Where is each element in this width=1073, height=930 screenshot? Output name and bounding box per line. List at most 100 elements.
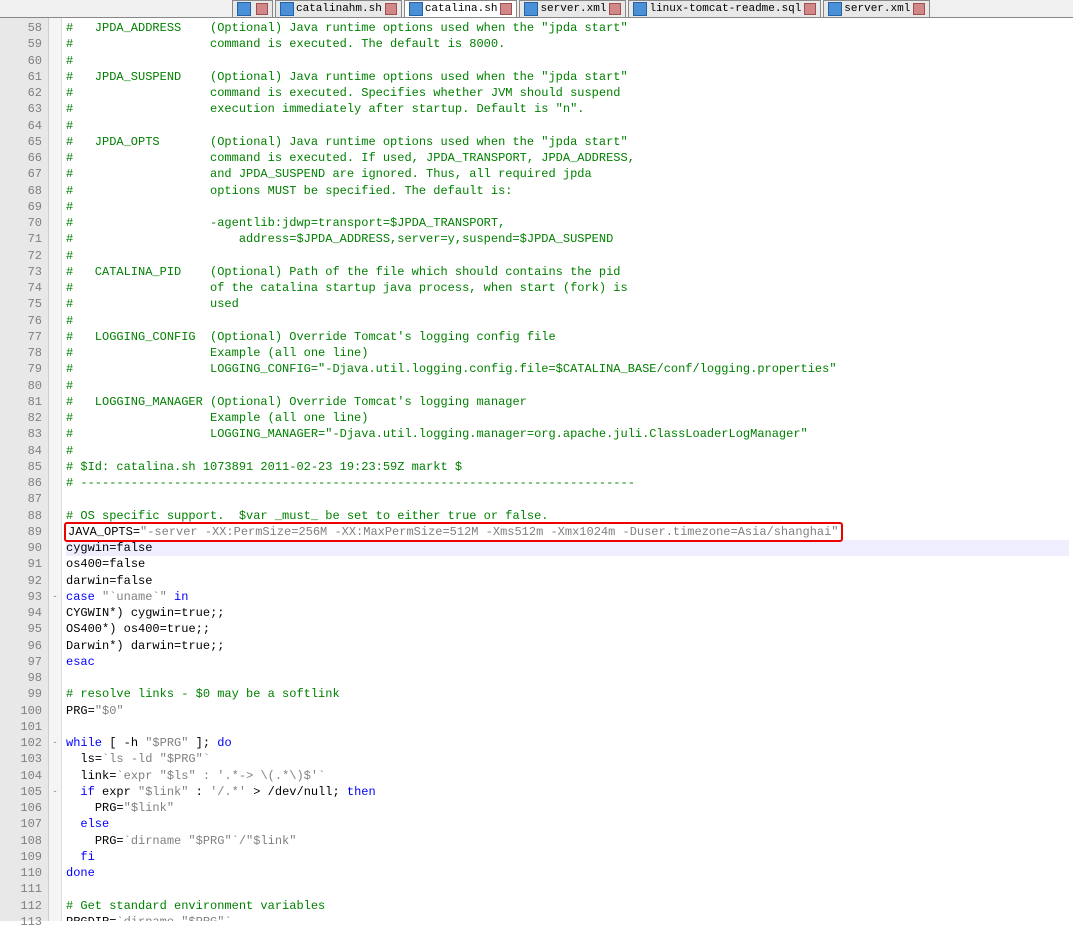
fold-marker[interactable] (49, 865, 61, 881)
fold-marker[interactable] (49, 394, 61, 410)
fold-marker[interactable] (49, 849, 61, 865)
fold-marker[interactable]: - (49, 735, 61, 751)
code-line[interactable]: # JPDA_ADDRESS (Optional) Java runtime o… (66, 20, 1069, 36)
code-line[interactable]: case "`uname`" in (66, 589, 1069, 605)
code-line[interactable]: # Get standard environment variables (66, 898, 1069, 914)
fold-marker[interactable] (49, 670, 61, 686)
fold-marker[interactable] (49, 166, 61, 182)
code-line[interactable]: CYGWIN*) cygwin=true;; (66, 605, 1069, 621)
code-line[interactable]: done (66, 865, 1069, 881)
code-line[interactable]: # JPDA_SUSPEND (Optional) Java runtime o… (66, 69, 1069, 85)
code-line[interactable]: os400=false (66, 556, 1069, 572)
fold-marker[interactable] (49, 280, 61, 296)
fold-marker[interactable] (49, 426, 61, 442)
code-line[interactable]: # -agentlib:jdwp=transport=$JPDA_TRANSPO… (66, 215, 1069, 231)
code-line[interactable]: darwin=false (66, 573, 1069, 589)
code-line[interactable]: # (66, 313, 1069, 329)
fold-marker[interactable] (49, 768, 61, 784)
code-line[interactable]: while [ -h "$PRG" ]; do (66, 735, 1069, 751)
fold-marker[interactable] (49, 800, 61, 816)
fold-marker[interactable] (49, 329, 61, 345)
tab-catalinahm.sh[interactable]: catalinahm.sh (275, 0, 402, 17)
code-line[interactable]: PRG="$link" (66, 800, 1069, 816)
fold-marker[interactable] (49, 605, 61, 621)
code-line[interactable]: # used (66, 296, 1069, 312)
close-icon[interactable] (500, 3, 512, 15)
fold-marker[interactable] (49, 654, 61, 670)
tab-server.xml[interactable]: server.xml (823, 0, 930, 17)
fold-marker[interactable] (49, 524, 61, 540)
fold-marker[interactable] (49, 345, 61, 361)
fold-marker[interactable] (49, 898, 61, 914)
fold-marker[interactable] (49, 313, 61, 329)
tab-server.xml[interactable]: server.xml (519, 0, 626, 17)
code-line[interactable]: PRGDIR=`dirname "$PRG"` (66, 914, 1069, 921)
fold-marker[interactable] (49, 703, 61, 719)
fold-marker[interactable] (49, 475, 61, 491)
code-line[interactable]: # and JPDA_SUSPEND are ignored. Thus, al… (66, 166, 1069, 182)
code-line[interactable]: # CATALINA_PID (Optional) Path of the fi… (66, 264, 1069, 280)
fold-marker[interactable] (49, 573, 61, 589)
fold-marker[interactable] (49, 540, 61, 556)
code-line[interactable]: OS400*) os400=true;; (66, 621, 1069, 637)
fold-marker[interactable] (49, 20, 61, 36)
code-line[interactable]: # (66, 118, 1069, 134)
code-line[interactable]: # (66, 53, 1069, 69)
close-icon[interactable] (385, 3, 397, 15)
code-line[interactable]: # JPDA_OPTS (Optional) Java runtime opti… (66, 134, 1069, 150)
fold-marker[interactable] (49, 410, 61, 426)
fold-marker[interactable] (49, 833, 61, 849)
fold-marker[interactable] (49, 719, 61, 735)
code-line[interactable] (66, 670, 1069, 686)
fold-marker[interactable] (49, 264, 61, 280)
fold-marker[interactable] (49, 378, 61, 394)
fold-marker[interactable] (49, 881, 61, 897)
tab-catalina.sh[interactable]: catalina.sh (404, 0, 518, 17)
fold-marker[interactable] (49, 508, 61, 524)
fold-marker[interactable] (49, 296, 61, 312)
code-line[interactable]: # (66, 378, 1069, 394)
code-line[interactable]: # command is executed. If used, JPDA_TRA… (66, 150, 1069, 166)
code-line[interactable]: # Example (all one line) (66, 410, 1069, 426)
code-line[interactable]: # (66, 248, 1069, 264)
fold-marker[interactable]: - (49, 589, 61, 605)
fold-marker[interactable] (49, 443, 61, 459)
code-line[interactable]: # command is executed. The default is 80… (66, 36, 1069, 52)
close-icon[interactable] (913, 3, 925, 15)
fold-marker[interactable] (49, 69, 61, 85)
fold-marker[interactable] (49, 638, 61, 654)
code-line[interactable]: # (66, 443, 1069, 459)
code-line[interactable]: # options MUST be specified. The default… (66, 183, 1069, 199)
code-line[interactable]: # resolve links - $0 may be a softlink (66, 686, 1069, 702)
fold-marker[interactable] (49, 199, 61, 215)
fold-marker[interactable] (49, 150, 61, 166)
close-icon[interactable] (609, 3, 621, 15)
code-line[interactable]: PRG="$0" (66, 703, 1069, 719)
code-line[interactable] (66, 881, 1069, 897)
fold-marker[interactable] (49, 491, 61, 507)
code-line[interactable]: # LOGGING_MANAGER (Optional) Override To… (66, 394, 1069, 410)
close-icon[interactable] (256, 3, 268, 15)
code-line[interactable]: # address=$JPDA_ADDRESS,server=y,suspend… (66, 231, 1069, 247)
fold-marker[interactable] (49, 248, 61, 264)
code-line[interactable]: # LOGGING_CONFIG="-Djava.util.logging.co… (66, 361, 1069, 377)
code-line[interactable]: # command is executed. Specifies whether… (66, 85, 1069, 101)
close-icon[interactable] (804, 3, 816, 15)
fold-marker[interactable] (49, 459, 61, 475)
code-line[interactable]: JAVA_OPTS="-server -XX:PermSize=256M -XX… (66, 524, 1069, 540)
fold-marker[interactable] (49, 686, 61, 702)
code-line[interactable]: esac (66, 654, 1069, 670)
fold-marker[interactable] (49, 816, 61, 832)
fold-marker[interactable] (49, 231, 61, 247)
code-line[interactable]: else (66, 816, 1069, 832)
fold-marker[interactable] (49, 556, 61, 572)
code-line[interactable] (66, 491, 1069, 507)
code-line[interactable]: # Example (all one line) (66, 345, 1069, 361)
code-line[interactable]: # of the catalina startup java process, … (66, 280, 1069, 296)
code-area[interactable]: # JPDA_ADDRESS (Optional) Java runtime o… (62, 18, 1073, 921)
fold-marker[interactable] (49, 751, 61, 767)
code-line[interactable]: # LOGGING_CONFIG (Optional) Override Tom… (66, 329, 1069, 345)
code-line[interactable]: ls=`ls -ld "$PRG"` (66, 751, 1069, 767)
code-line[interactable]: link=`expr "$ls" : '.*-> \(.*\)$'` (66, 768, 1069, 784)
fold-marker[interactable] (49, 361, 61, 377)
